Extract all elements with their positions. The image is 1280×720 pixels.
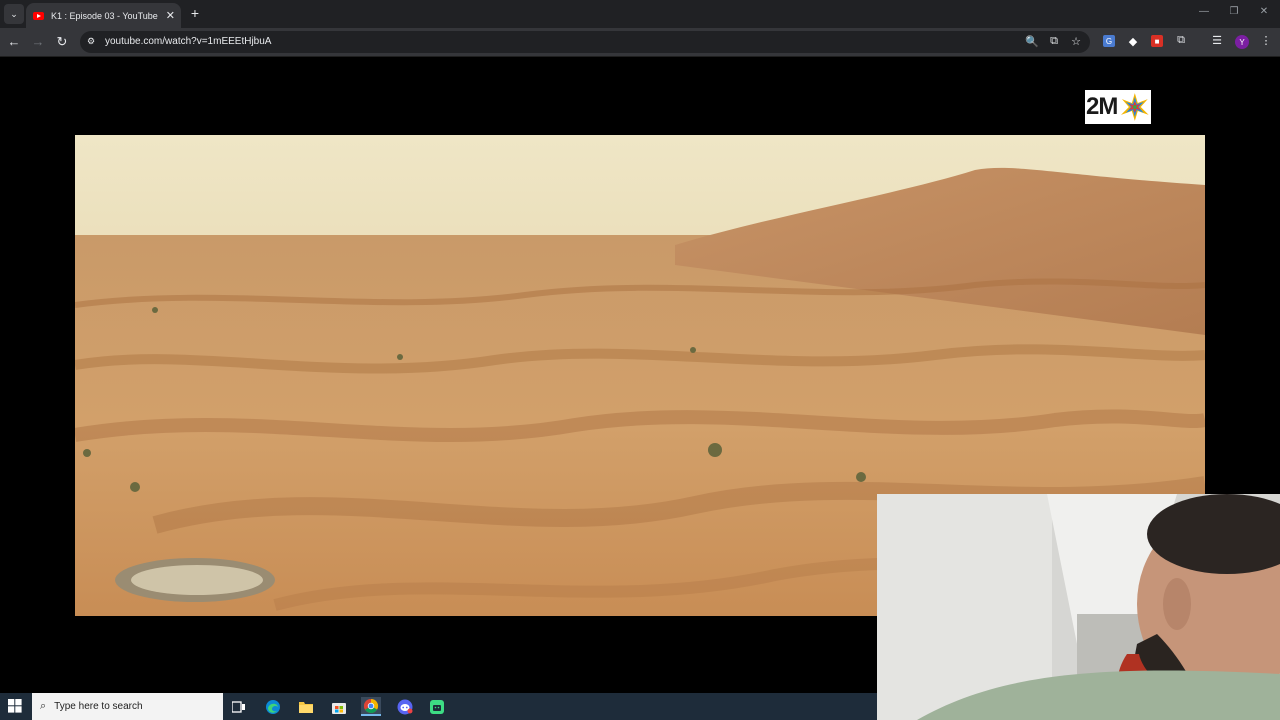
reload-button[interactable]: ↻ <box>54 34 70 50</box>
back-button[interactable]: ← <box>6 34 22 50</box>
extensions-puzzle-icon[interactable]: ⧉ <box>1174 34 1188 47</box>
discord-icon[interactable] <box>395 697 415 716</box>
webcam-overlay <box>877 494 1280 720</box>
forward-button[interactable]: → <box>30 34 46 50</box>
task-view-icon[interactable] <box>229 697 249 716</box>
youtube-icon <box>33 11 44 20</box>
new-tab-button[interactable]: + <box>188 5 202 21</box>
search-placeholder: Type here to search <box>54 701 143 712</box>
channel-logo-text: 2M <box>1086 93 1118 120</box>
android-app-icon[interactable] <box>427 697 447 716</box>
zoom-icon[interactable]: 🔍 <box>1025 35 1039 48</box>
bookmark-star-icon[interactable]: ☆ <box>1069 35 1083 48</box>
url-text[interactable]: youtube.com/watch?v=1mEEEtHjbuA <box>105 36 271 47</box>
tab-strip: ⌄ K1 : Episode 03 - YouTube ✕ + — ❐ ✕ <box>0 0 1280 28</box>
channel-logo: 2M <box>1085 90 1151 124</box>
search-icon: ⌕ <box>40 700 47 712</box>
file-explorer-icon[interactable] <box>296 697 316 716</box>
windows-taskbar: ⌕ Type here to search <box>0 693 877 720</box>
star-logo-icon <box>1121 93 1150 121</box>
close-tab-icon[interactable]: ✕ <box>166 9 175 22</box>
tab-title: K1 : Episode 03 - YouTube <box>51 10 158 21</box>
tab-search-button[interactable]: ⌄ <box>4 4 24 24</box>
browser-toolbar: ← → ↻ ⚙ youtube.com/watch?v=1mEEEtHjbuA … <box>0 28 1280 57</box>
install-app-icon[interactable]: ⧉ <box>1047 35 1061 48</box>
edge-icon[interactable] <box>263 697 283 716</box>
diamond-extension-icon[interactable]: ◆ <box>1127 35 1139 48</box>
minimize-button[interactable]: — <box>1196 6 1212 17</box>
close-window-button[interactable]: ✕ <box>1256 6 1272 17</box>
address-bar[interactable]: ⚙ youtube.com/watch?v=1mEEEtHjbuA 🔍 ⧉ ☆ <box>80 31 1090 53</box>
chrome-icon[interactable] <box>361 697 381 716</box>
reading-list-icon[interactable]: ☰ <box>1210 34 1224 47</box>
tab-youtube[interactable]: K1 : Episode 03 - YouTube ✕ <box>26 3 181 28</box>
taskbar-search-box[interactable]: ⌕ Type here to search <box>32 693 223 720</box>
menu-kebab-icon[interactable]: ⋮ <box>1259 34 1273 47</box>
profile-avatar[interactable]: Y <box>1235 35 1249 49</box>
red-extension-icon[interactable]: ■ <box>1151 35 1163 47</box>
restore-button[interactable]: ❐ <box>1226 6 1242 17</box>
site-info-icon[interactable]: ⚙ <box>87 36 95 47</box>
translate-extension-icon[interactable]: G <box>1103 35 1115 47</box>
windows-start-icon[interactable] <box>8 699 22 713</box>
store-icon[interactable] <box>329 697 349 716</box>
